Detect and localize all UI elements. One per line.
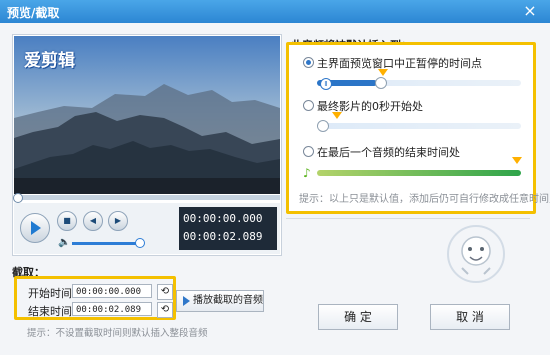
paused-point-knob[interactable]	[375, 77, 387, 89]
clock-icon[interactable]: ⟲	[157, 284, 173, 300]
play-cut-audio-button[interactable]: 播放截取的音频	[176, 290, 264, 312]
ok-button[interactable]: 确 定	[318, 304, 398, 330]
cancel-button[interactable]: 取 消	[430, 304, 510, 330]
end-row: 结束时间： 00:00:02.089 ⟲	[28, 302, 178, 318]
radio-paused-point[interactable]	[303, 57, 314, 68]
down-arrow-icon	[512, 157, 522, 164]
movie-start-track[interactable]	[317, 120, 521, 132]
time-display: 00:00:00.000 00:00:02.089	[179, 207, 277, 250]
play-button[interactable]	[20, 213, 50, 243]
down-arrow-icon	[332, 112, 342, 119]
pause-icon: Ⅱ	[320, 78, 332, 90]
insert-options-panel: 主界面预览窗口中正暂停的时间点 Ⅱ 最终影片的0秒开始处 在最后一个音频的结束时…	[286, 42, 550, 214]
seek-bar[interactable]	[14, 195, 280, 200]
seek-handle[interactable]	[13, 193, 23, 203]
start-row: 开始时间： 00:00:00.000 ⟲	[28, 284, 178, 300]
volume-slider[interactable]	[72, 242, 140, 245]
next-button[interactable]: ▶	[108, 211, 128, 231]
play-icon	[183, 296, 190, 306]
volume-handle[interactable]	[135, 238, 145, 248]
mascot-icon	[447, 225, 505, 283]
player-controls: ■ ◀ ▶ 🔈 00:00:00.000 00:00:02.089	[14, 203, 280, 254]
movie-start-knob[interactable]	[317, 120, 329, 132]
title-bar: 预览/截取 ×	[0, 0, 550, 23]
down-arrow-icon	[378, 69, 388, 76]
cut-hint: 提示：不设置截取时间则默认插入整段音频	[27, 328, 208, 339]
current-time: 00:00:00.000	[183, 212, 263, 225]
end-time-input[interactable]: 00:00:02.089	[72, 302, 152, 316]
paused-point-track[interactable]	[317, 77, 521, 89]
divider	[286, 218, 530, 219]
insert-hint: 提示：以上只是默认值，添加后仍可自行修改成任意时间点	[299, 194, 550, 205]
radio-last-audio-end[interactable]	[303, 146, 314, 157]
clock-icon[interactable]: ⟲	[157, 302, 173, 318]
total-time: 00:00:02.089	[183, 230, 263, 243]
preview-panel: 爱剪辑 ■ ◀ ▶ 🔈 00:00:00.000 00:00:02.089	[12, 34, 282, 256]
video-preview: 爱剪辑	[14, 36, 280, 194]
stop-button[interactable]: ■	[57, 211, 77, 231]
last-audio-track[interactable]	[317, 170, 521, 176]
close-icon[interactable]: ×	[520, 1, 540, 21]
previous-button[interactable]: ◀	[83, 211, 103, 231]
start-time-input[interactable]: 00:00:00.000	[72, 284, 152, 298]
app-logo: 爱剪辑	[24, 51, 75, 71]
music-note-icon: ♪	[303, 166, 311, 180]
window-title: 预览/截取	[7, 6, 60, 20]
volume-icon: 🔈	[58, 237, 71, 248]
radio-movie-start[interactable]	[303, 100, 314, 111]
